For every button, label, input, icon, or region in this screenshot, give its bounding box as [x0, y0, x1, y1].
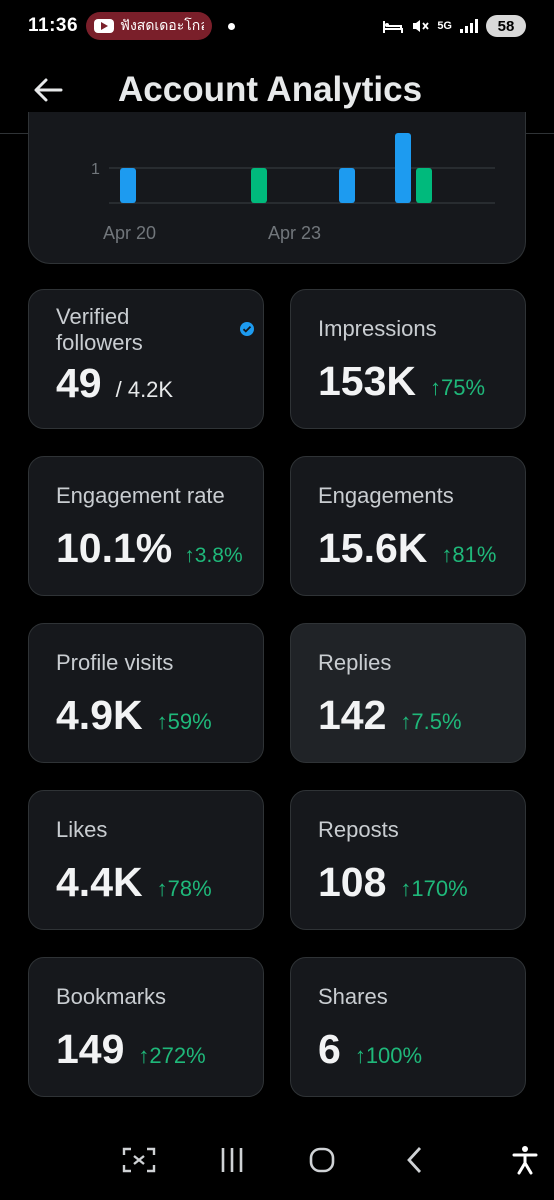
- x-tick-label-0: Apr 20: [103, 223, 156, 243]
- status-time: 11:36: [28, 15, 79, 36]
- metric-card-engagement-rate[interactable]: Engagement rate 10.1% ↑3.8%: [28, 456, 264, 596]
- verified-badge-icon: [240, 322, 254, 336]
- metric-change: ↑272%: [138, 1043, 206, 1068]
- metric-value: 49: [56, 360, 102, 406]
- youtube-notification-pill[interactable]: ฟังสดเดอะโกล: [86, 12, 213, 40]
- metric-card-shares[interactable]: Shares 6 ↑100%: [290, 957, 526, 1097]
- metric-card-profile-visits[interactable]: Profile visits 4.9K ↑59%: [28, 623, 264, 763]
- metric-value: 142: [318, 692, 387, 738]
- chart-bar-4: [416, 168, 432, 203]
- chart-bar-1: [251, 168, 267, 203]
- accessibility-button[interactable]: [505, 1142, 545, 1178]
- metric-value: 15.6K: [318, 525, 428, 571]
- metric-change: ↑3.8%: [184, 544, 243, 567]
- metric-value: 4.4K: [56, 859, 143, 905]
- status-bar: 11:36 ฟังสดเดอะโกล 5G 58: [0, 0, 554, 52]
- metric-label: Likes: [56, 817, 108, 842]
- battery-indicator: 58: [486, 15, 526, 37]
- mute-icon: [413, 20, 430, 32]
- network-label: 5G: [437, 20, 452, 32]
- metric-value: 149: [56, 1026, 125, 1072]
- metric-label: Impressions: [318, 316, 437, 341]
- metric-label: Shares: [318, 984, 388, 1009]
- y-tick-label: 1: [91, 161, 100, 178]
- metric-label: Profile visits: [56, 650, 174, 675]
- metric-label: Engagement rate: [56, 483, 225, 508]
- x-tick-label-1: Apr 23: [268, 223, 321, 243]
- status-icons: 5G 58: [383, 15, 526, 37]
- metric-card-replies[interactable]: Replies 142 ↑7.5%: [290, 623, 526, 763]
- metric-value: 153K: [318, 358, 417, 404]
- metric-change: ↑59%: [156, 709, 212, 734]
- signal-icon: [460, 19, 478, 33]
- notification-text: ฟังสดเดอะโกล: [120, 17, 205, 33]
- metric-change: ↑81%: [441, 542, 497, 567]
- metric-card-bookmarks[interactable]: Bookmarks 149 ↑272%: [28, 957, 264, 1097]
- screenshot-capture-button[interactable]: [119, 1142, 159, 1178]
- back-button[interactable]: [28, 70, 68, 110]
- chevron-left-icon: [407, 1147, 422, 1173]
- metric-value: 6: [318, 1026, 341, 1072]
- recents-icon: [221, 1148, 243, 1172]
- metric-card-engagements[interactable]: Engagements 15.6K ↑81%: [290, 456, 526, 596]
- metric-card-verified-followers[interactable]: Verified followers 49 / 4.2K: [28, 289, 264, 429]
- bed-icon: [383, 21, 404, 33]
- page-title: Account Analytics: [118, 70, 423, 109]
- metric-label: Replies: [318, 650, 392, 675]
- chart-bar-3: [395, 133, 411, 203]
- home-icon: [309, 1147, 335, 1173]
- metric-change: ↑100%: [354, 1043, 423, 1068]
- home-button[interactable]: [302, 1142, 342, 1178]
- recent-apps-button[interactable]: [212, 1142, 252, 1178]
- metric-change: ↑7.5%: [400, 709, 462, 734]
- back-arrow-icon: [34, 78, 63, 102]
- accessibility-icon: [512, 1146, 538, 1175]
- metric-change: ↑75%: [430, 375, 486, 400]
- chart-bar-2: [339, 168, 355, 203]
- metric-change: ↑78%: [156, 876, 212, 901]
- metric-label: Reposts: [318, 817, 399, 842]
- metrics-grid: Verified followers 49 / 4.2K Impressions…: [28, 289, 526, 1097]
- metric-label: Engagements: [318, 483, 454, 508]
- metric-value: 108: [318, 859, 387, 905]
- system-navigation-bar: [0, 1120, 554, 1200]
- metric-card-reposts[interactable]: Reposts 108 ↑170%: [290, 790, 526, 930]
- metric-change: ↑170%: [400, 876, 468, 901]
- metric-card-likes[interactable]: Likes 4.4K ↑78%: [28, 790, 264, 930]
- metric-label: Bookmarks: [56, 984, 167, 1009]
- system-back-button[interactable]: [395, 1142, 435, 1178]
- chart-bar-0: [120, 168, 136, 203]
- chart-card: 1 Apr 20 Apr 23: [28, 112, 526, 264]
- activity-chart: 1 Apr 20 Apr 23: [91, 133, 495, 243]
- metric-card-impressions[interactable]: Impressions 153K ↑75%: [290, 289, 526, 429]
- metric-value: 4.9K: [56, 692, 143, 738]
- metric-total: / 4.2K: [115, 377, 174, 402]
- youtube-icon: [94, 19, 115, 33]
- capture-icon: [122, 1147, 156, 1173]
- metric-label: Verified followers: [56, 304, 143, 355]
- metric-value: 10.1%: [56, 525, 173, 571]
- notification-dot: [228, 22, 236, 30]
